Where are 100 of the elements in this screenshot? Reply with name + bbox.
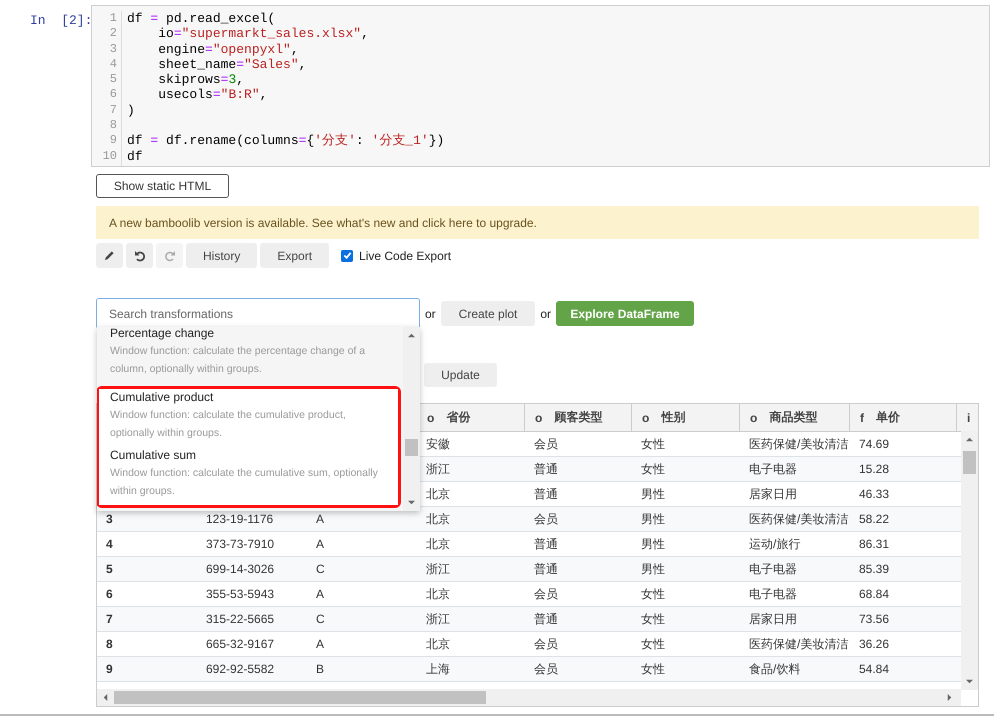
table-cell-text: 女性 xyxy=(640,586,666,602)
toolbar-button[interactable]: Export xyxy=(260,243,330,268)
code-line: df = pd.read_excel( xyxy=(127,11,276,26)
table-cell-text: 男性 xyxy=(640,560,666,578)
line-number: 9 xyxy=(110,133,117,149)
table-cell-text: 男性 xyxy=(640,536,666,552)
or-label: or xyxy=(540,306,552,320)
scroll-down-icon[interactable] xyxy=(965,678,974,685)
row-index: 3 xyxy=(105,511,114,528)
table-cell-text: 373-73-7910 xyxy=(205,536,276,553)
table-cell-text: 电子电器 xyxy=(748,560,798,578)
table-cell-text: 74.69 xyxy=(858,436,890,453)
scroll-right-icon[interactable] xyxy=(946,693,953,702)
line-number: 10 xyxy=(102,148,117,164)
code-line: usecols="B:R", xyxy=(157,87,268,103)
dropdown-item[interactable]: Cumulative sum Window function: calculate the cumulative sum, optionally within groups. xyxy=(99,447,398,505)
row-index: 9 xyxy=(105,661,114,678)
undo-button[interactable] xyxy=(126,243,153,268)
table-cell-text: 北京 xyxy=(425,486,451,502)
table-cell-text: 电子电器 xyxy=(748,460,798,478)
table-row[interactable]: 3 123-19-1176 A 北京 会员 男性 医药保健/美妆清洁 58.22 xyxy=(97,507,962,532)
table-cell-text: A xyxy=(315,536,326,553)
table-cell-text: 355-53-5943 xyxy=(205,586,276,603)
scrollbar-thumb[interactable] xyxy=(963,451,976,474)
table-cell-text: B xyxy=(315,661,326,678)
dropdown-scrollbar[interactable] xyxy=(403,327,420,511)
row-index: 8 xyxy=(105,636,114,653)
table-cell-text: 692-92-5582 xyxy=(205,661,276,678)
update-button[interactable]: Update xyxy=(424,363,497,387)
table-cell-text: 普通 xyxy=(533,610,559,628)
table-cell-text: 安徽 xyxy=(425,436,451,452)
row-index: 5 xyxy=(105,561,114,578)
code-line: skiprows=3, xyxy=(157,72,246,88)
table-cell-text: 食品/饮料 xyxy=(748,660,802,678)
table-cell-text: 会员 xyxy=(533,436,559,452)
line-number: 6 xyxy=(110,87,117,103)
table-cell-text: 女性 xyxy=(640,610,666,628)
table-cell-text: 68.84 xyxy=(858,586,890,603)
table-cell-text: 北京 xyxy=(425,636,451,652)
table-cell-text: 会员 xyxy=(533,586,559,602)
search-field[interactable]: Search transformations xyxy=(96,298,420,329)
table-cell-text: 女性 xyxy=(640,636,666,652)
line-number: 8 xyxy=(110,118,117,134)
table-row[interactable]: 7 315-22-5665 C 浙江 普通 女性 居家日用 73.56 xyxy=(97,607,962,632)
table-cell-text: 居家日用 xyxy=(748,486,798,502)
code-line: df xyxy=(127,148,144,164)
table-cell-text: 54.84 xyxy=(858,661,890,678)
show-static-html-button[interactable]: Show static HTML xyxy=(96,174,229,198)
table-cell-text: 会员 xyxy=(533,660,559,678)
row-index: 4 xyxy=(105,536,114,553)
table-cell-text: 15.28 xyxy=(858,461,890,478)
scroll-up-icon[interactable] xyxy=(407,332,416,339)
line-number: 3 xyxy=(110,42,117,57)
table-cell-text: 浙江 xyxy=(425,610,451,628)
table-cell-text: 会员 xyxy=(533,636,559,652)
line-number: 2 xyxy=(110,26,117,42)
row-index: 6 xyxy=(105,586,114,603)
create-plot-button[interactable]: Create plot xyxy=(440,301,536,326)
scrollbar-thumb[interactable] xyxy=(114,691,486,704)
table-cell-text: 上海 xyxy=(425,660,451,678)
table-cell-text: 普通 xyxy=(533,460,559,478)
table-cell-text: 699-14-3026 xyxy=(205,561,276,578)
column-header[interactable]: f 单价 xyxy=(850,404,957,431)
line-number: 7 xyxy=(110,102,117,118)
code-line: df = df.rename(columns={'分支': '分支_1'}) xyxy=(127,133,444,149)
table-cell-text: C xyxy=(315,611,326,628)
table-cell-text: 北京 xyxy=(425,510,451,528)
code-line: sheet_name="Sales", xyxy=(157,56,308,72)
column-header[interactable]: o 商品类型 xyxy=(740,404,850,431)
table-cell-text: A xyxy=(315,511,326,528)
table-cell-text: C xyxy=(315,561,326,578)
cell-prompt: In [2]: xyxy=(29,12,91,30)
table-cell-text: 医药保健/美妆清洁 xyxy=(748,510,850,528)
code-editor[interactable]: 1 2 3 4 5 6 7 8 9 10 df = pd.read_excel( io="supermarkt_sales.xlsx", engine="openpyxl", sheet_name="Sales", skiprows=3, usecols="B:R", ) df = df.rename(columns={'分支': '分支_1'}) df xyxy=(91,5,990,167)
table-cell-text: 运动/旅行 xyxy=(748,536,802,552)
table-cell-text: 女性 xyxy=(640,436,666,452)
column-header[interactable]: o 性别 xyxy=(632,404,740,431)
table-cell-text: 女性 xyxy=(640,460,666,478)
horizontal-scrollbar[interactable] xyxy=(97,689,961,706)
scroll-up-icon[interactable] xyxy=(965,436,974,443)
scroll-left-icon[interactable] xyxy=(102,693,109,702)
table-cell-text: 北京 xyxy=(425,586,451,602)
table-cell-text: 58.22 xyxy=(858,511,890,528)
table-row[interactable]: 5 699-14-3026 C 浙江 普通 男性 电子电器 85.39 xyxy=(97,557,962,582)
table-cell-text: 北京 xyxy=(425,536,451,552)
update-notice[interactable]: A new bamboolib version is available. See what's new and click here to upgrade. xyxy=(96,206,979,239)
dropdown-item[interactable]: Percentage change Window function: calculate the percentage change of a column, optionally within groups. xyxy=(97,327,403,386)
table-cell-text: 男性 xyxy=(640,486,666,502)
vertical-scrollbar[interactable] xyxy=(961,431,978,690)
table-row[interactable]: 9 692-92-5582 B 上海 会员 女性 食品/饮料 54.84 xyxy=(97,657,962,682)
scrollbar-thumb[interactable] xyxy=(405,439,418,456)
live-code-export-checkbox[interactable] xyxy=(341,250,354,262)
checkbox-label: Live Code Export xyxy=(359,248,452,262)
toolbar-button[interactable]: History xyxy=(186,243,258,268)
column-header[interactable]: o 顾客类型 xyxy=(525,404,632,431)
code-line: ) xyxy=(127,102,136,118)
table-cell-text: 会员 xyxy=(533,510,559,528)
table-cell-text: 浙江 xyxy=(425,560,451,578)
pencil-button[interactable] xyxy=(96,243,123,268)
table-cell-text: 女性 xyxy=(640,660,666,678)
